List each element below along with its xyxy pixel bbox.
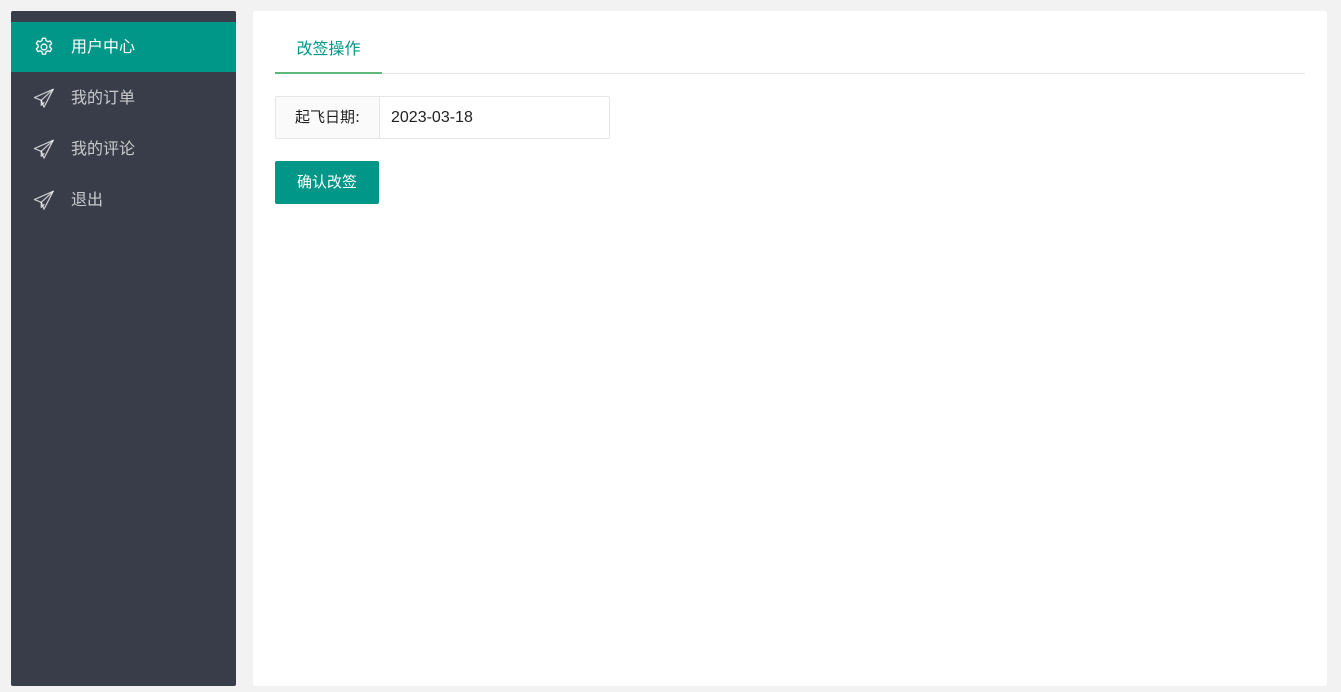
sidebar-item-label: 用户中心 bbox=[71, 37, 136, 56]
sidebar-nav: 用户中心 我的订单 我的评论 退出 bbox=[11, 22, 236, 225]
paper-plane-icon bbox=[33, 88, 54, 108]
sidebar-item-my-orders[interactable]: 我的订单 bbox=[11, 73, 236, 123]
sidebar-item-my-comments[interactable]: 我的评论 bbox=[11, 124, 236, 174]
sidebar-item-label: 退出 bbox=[71, 190, 104, 209]
sidebar: 用户中心 我的订单 我的评论 退出 bbox=[11, 11, 236, 686]
paper-plane-icon bbox=[33, 190, 54, 210]
main-panel: 改签操作 起飞日期: 确认改签 bbox=[253, 11, 1327, 686]
sidebar-item-label: 我的评论 bbox=[71, 139, 136, 158]
departure-date-label: 起飞日期: bbox=[276, 97, 380, 138]
sidebar-item-user-center[interactable]: 用户中心 bbox=[11, 22, 236, 72]
tab-rebook[interactable]: 改签操作 bbox=[275, 27, 382, 74]
departure-date-row: 起飞日期: bbox=[275, 96, 610, 139]
confirm-rebook-button[interactable]: 确认改签 bbox=[275, 161, 379, 204]
paper-plane-icon bbox=[33, 139, 54, 159]
sidebar-item-logout[interactable]: 退出 bbox=[11, 175, 236, 225]
tab-bar: 改签操作 bbox=[275, 27, 1305, 74]
departure-date-input[interactable] bbox=[380, 97, 609, 138]
sidebar-item-label: 我的订单 bbox=[71, 88, 136, 107]
gear-icon bbox=[35, 37, 53, 55]
